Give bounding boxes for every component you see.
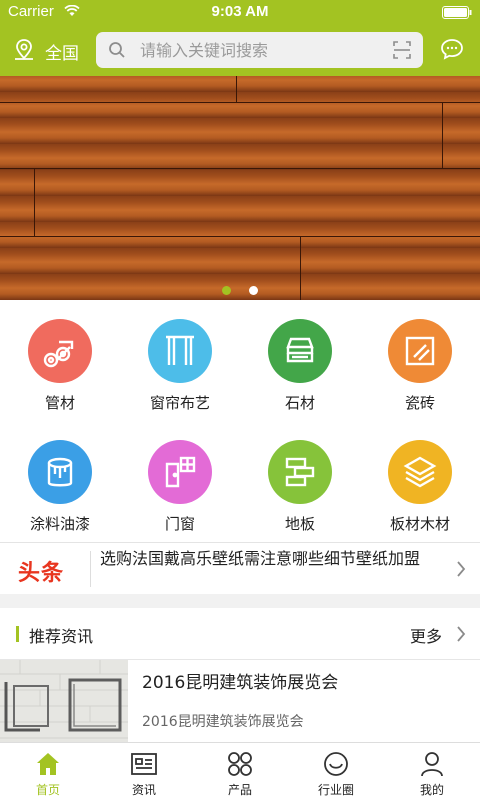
recommend-header: 推荐资讯 更多	[0, 608, 480, 660]
category-label: 管材	[44, 394, 75, 412]
category-label: 窗帘布艺	[149, 394, 210, 412]
section-title: 推荐资讯	[29, 627, 94, 646]
carousel-dot[interactable]	[248, 286, 258, 295]
tab-label: 首页	[35, 783, 60, 797]
chevron-right-icon[interactable]	[456, 626, 466, 646]
battery-icon	[442, 6, 472, 19]
category-label: 瓷砖	[404, 394, 435, 412]
search-bar[interactable]	[96, 32, 423, 68]
user-icon	[421, 752, 443, 777]
curtain-icon	[148, 319, 212, 383]
category-label: 板材木材	[389, 515, 450, 533]
headline-text[interactable]: 选购法国戴高乐壁纸需注意哪些细节壁纸加盟	[100, 549, 452, 569]
status-bar: Carrier 9:03 AM	[0, 0, 480, 24]
tile-icon	[388, 319, 452, 383]
message-icon[interactable]	[440, 38, 464, 64]
location-pin-icon[interactable]	[12, 38, 36, 66]
products-icon	[228, 752, 252, 776]
news-icon	[131, 753, 157, 775]
article-summary: 2016昆明建筑装饰展览会	[142, 714, 304, 730]
location-selector[interactable]: 全国	[45, 39, 79, 64]
category-label: 石材	[284, 394, 315, 412]
clock: 9:03 AM	[211, 3, 269, 20]
divider	[90, 551, 91, 587]
tab-label: 资讯	[131, 783, 156, 797]
category-pipes[interactable]: 管材	[0, 300, 120, 421]
banner-carousel[interactable]	[0, 76, 480, 300]
circle-icon	[324, 752, 348, 776]
category-curtain[interactable]: 窗帘布艺	[120, 300, 240, 421]
category-tile[interactable]: 瓷砖	[360, 300, 480, 421]
category-label: 地板	[284, 515, 315, 533]
home-icon	[37, 753, 59, 775]
headline-ticker[interactable]: 头条 选购法国戴高乐壁纸需注意哪些细节壁纸加盟	[0, 542, 480, 595]
pipes-icon	[28, 319, 92, 383]
top-header: Carrier 9:03 AM 全国	[0, 0, 480, 76]
bottom-tab-bar: 首页 资讯 产品 行业圈 我的	[0, 742, 480, 801]
plank-line	[0, 102, 480, 103]
tab-industry-circle[interactable]: 行业圈	[288, 743, 384, 801]
tab-news[interactable]: 资讯	[96, 743, 192, 801]
category-door-window[interactable]: 门窗	[120, 421, 240, 542]
plank-seam	[442, 102, 443, 168]
carousel-dot-active[interactable]	[222, 286, 232, 295]
article-title[interactable]: 2016昆明建筑装饰展览会	[142, 668, 338, 693]
floor-icon	[268, 440, 332, 504]
category-floor[interactable]: 地板	[240, 421, 360, 542]
scan-icon[interactable]	[393, 41, 411, 63]
category-board[interactable]: 板材木材	[360, 421, 480, 542]
board-icon	[388, 440, 452, 504]
category-paint[interactable]: 涂料油漆	[0, 421, 120, 542]
section-gap	[0, 594, 480, 608]
plank-seam	[34, 168, 35, 236]
category-grid: 管材 窗帘布艺 石材 瓷砖 涂料油漆 门窗 地板 板材木材	[0, 300, 480, 542]
more-link[interactable]: 更多	[410, 623, 442, 647]
section-marker	[16, 626, 19, 642]
category-label: 涂料油漆	[29, 515, 90, 533]
door-window-icon	[148, 440, 212, 504]
tab-products[interactable]: 产品	[192, 743, 288, 801]
paint-bucket-icon	[28, 440, 92, 504]
plank-line	[0, 168, 480, 169]
category-stone[interactable]: 石材	[240, 300, 360, 421]
tab-label: 行业圈	[317, 783, 354, 797]
tab-label: 产品	[227, 783, 252, 797]
search-input[interactable]	[140, 38, 370, 62]
headline-logo: 头条	[18, 560, 65, 586]
tab-mine[interactable]: 我的	[384, 743, 480, 801]
chevron-right-icon[interactable]	[456, 561, 466, 581]
stone-icon	[268, 319, 332, 383]
tab-home[interactable]: 首页	[0, 743, 96, 801]
search-icon	[108, 41, 126, 63]
article-thumbnail	[0, 660, 128, 742]
carousel-dots	[0, 280, 480, 299]
tab-label: 我的	[419, 783, 444, 797]
category-label: 门窗	[164, 515, 195, 533]
plank-seam	[236, 76, 237, 102]
plank-line	[0, 236, 480, 237]
article-item[interactable]: 2016昆明建筑装饰展览会 2016昆明建筑装饰展览会	[0, 660, 480, 742]
